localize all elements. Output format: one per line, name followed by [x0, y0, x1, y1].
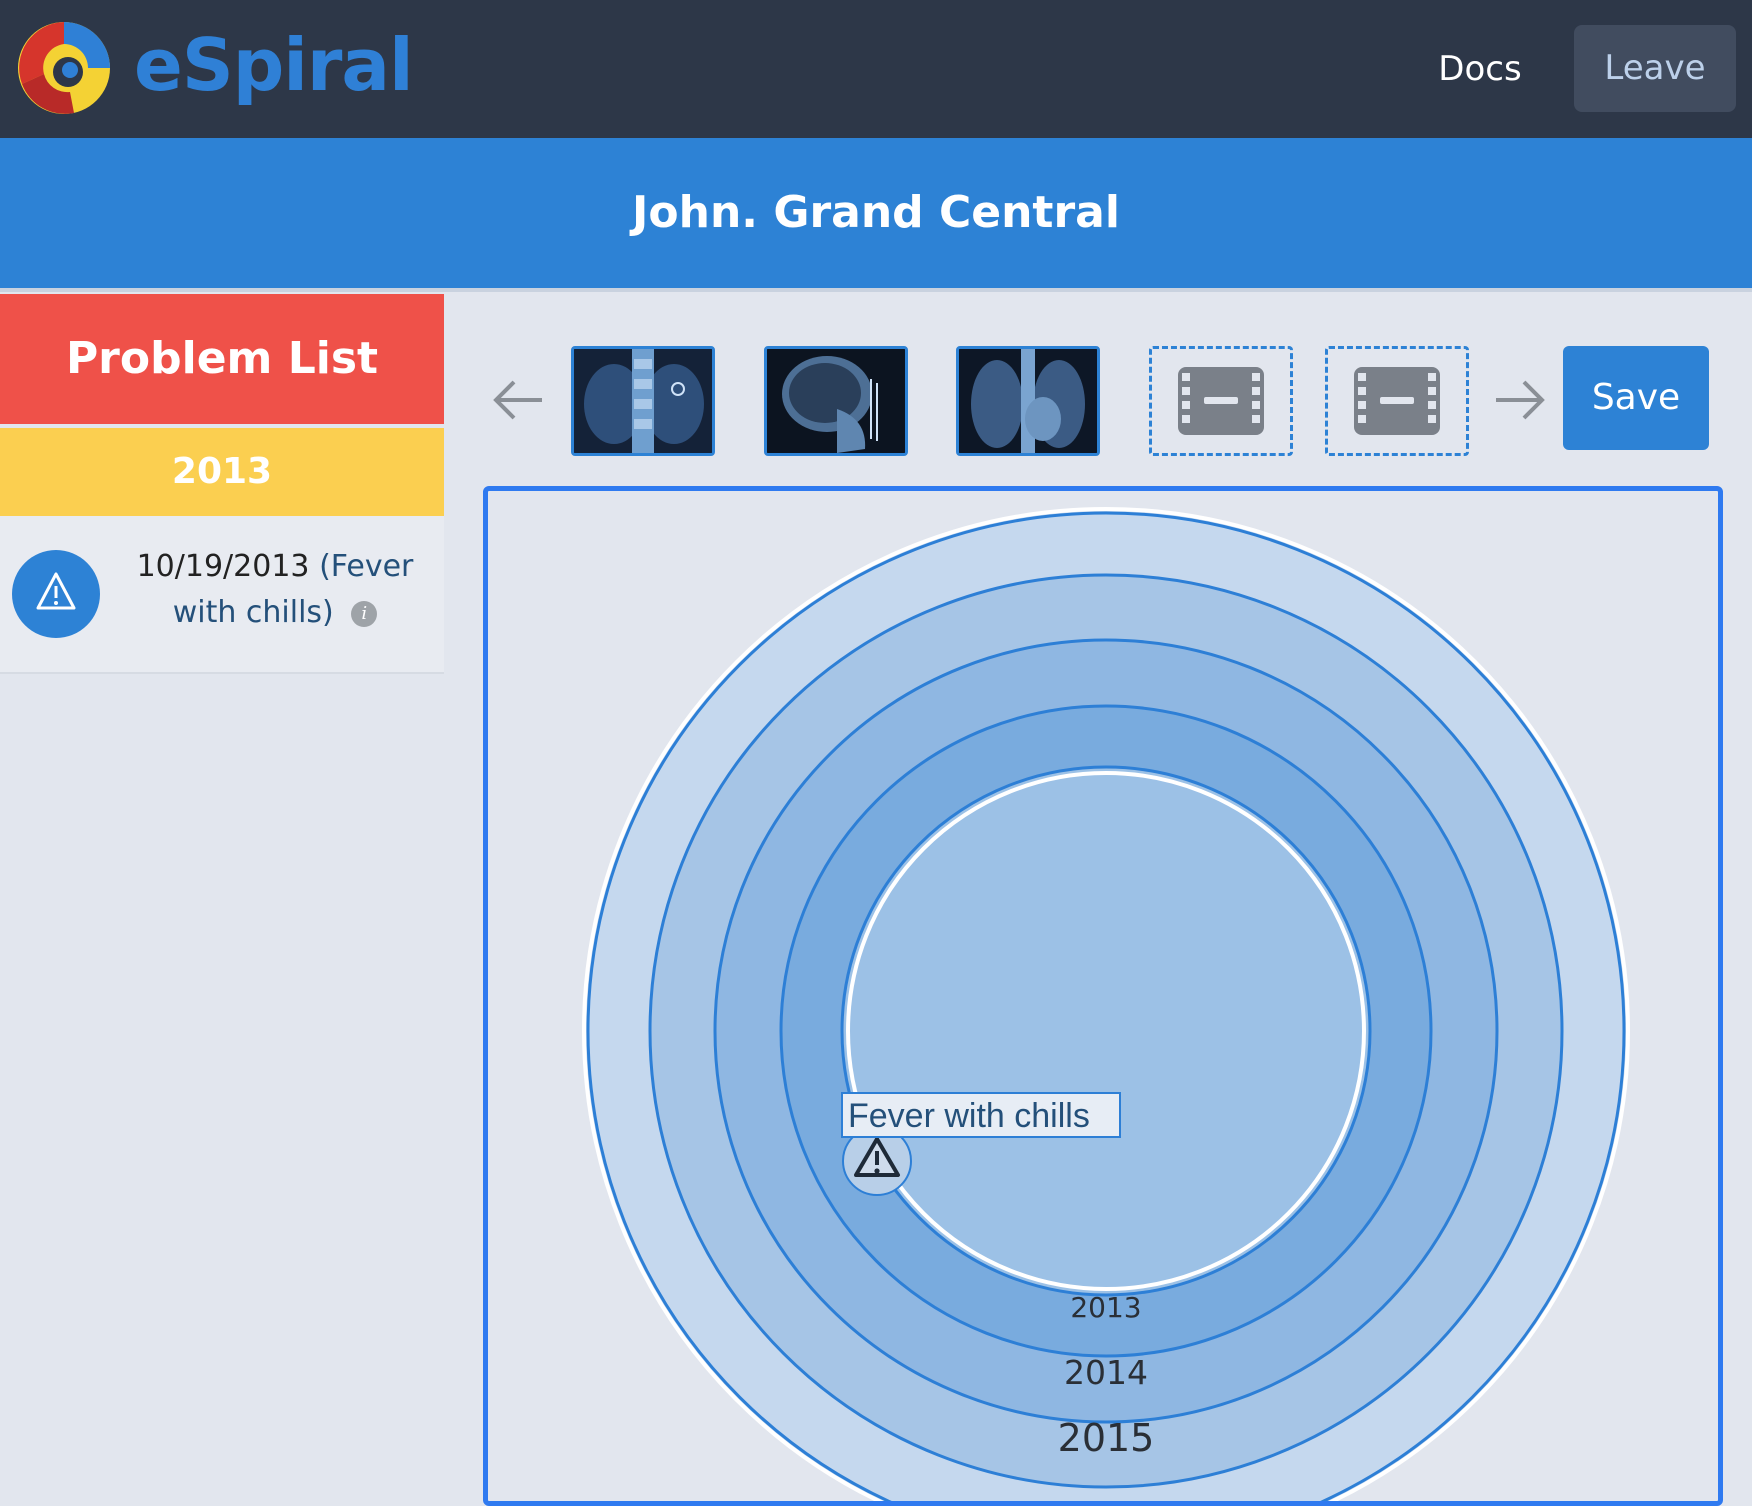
brand-name: eSpiral — [134, 23, 414, 107]
problem-list-title: Problem List — [0, 294, 444, 424]
xray-skull-image — [767, 349, 905, 453]
leave-button[interactable]: Leave — [1574, 25, 1736, 112]
spiral-canvas[interactable]: Fever with chills 2013 2014 2015 — [483, 486, 1723, 1506]
xray-thumbnail-abdomen[interactable] — [571, 346, 715, 456]
problem-list-sidebar: Problem List 2013 10/19/2013 (Fever with… — [0, 292, 444, 1472]
docs-link[interactable]: Docs — [1420, 44, 1540, 94]
xray-abdomen-image — [574, 349, 712, 453]
event-label[interactable]: Fever with chills — [848, 1097, 1090, 1135]
film-icon — [1354, 367, 1440, 435]
film-icon — [1178, 367, 1264, 435]
spiral-chart[interactable]: Fever with chills 2013 2014 2015 — [488, 491, 1718, 1501]
next-arrow-icon[interactable] — [1490, 370, 1550, 430]
xray-thumbnail-chest[interactable] — [956, 346, 1100, 456]
warning-icon — [36, 572, 76, 610]
problem-text: 10/19/2013 (Fever with chills) i — [130, 544, 420, 636]
warning-badge — [12, 550, 100, 638]
year-label-2015: 2015 — [1058, 1416, 1155, 1460]
year-label-2014: 2014 — [1064, 1353, 1148, 1392]
problem-date: 10/19/2013 — [136, 549, 310, 584]
xray-chest-image — [959, 349, 1097, 453]
inner-circle-border — [846, 771, 1366, 1291]
logo-icon — [18, 22, 110, 114]
save-button[interactable]: Save — [1563, 346, 1709, 450]
empty-video-slot[interactable] — [1325, 346, 1469, 456]
year-label-2013: 2013 — [1070, 1291, 1141, 1324]
warning-icon-dot — [874, 1168, 880, 1174]
patient-header: John. Grand Central — [0, 138, 1752, 292]
top-navbar: eSpiral Docs Leave — [0, 0, 1752, 138]
previous-arrow-icon[interactable] — [488, 370, 548, 430]
year-header[interactable]: 2013 — [0, 428, 444, 516]
problem-list-item[interactable]: 10/19/2013 (Fever with chills) i — [0, 516, 444, 674]
info-icon[interactable]: i — [351, 600, 378, 627]
xray-thumbnail-skull[interactable] — [764, 346, 908, 456]
empty-video-slot[interactable] — [1149, 346, 1293, 456]
patient-name: John. Grand Central — [632, 187, 1120, 238]
